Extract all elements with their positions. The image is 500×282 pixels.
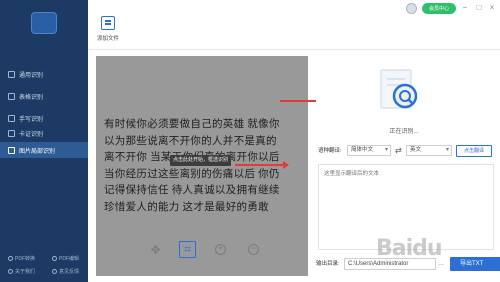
watermark: Baidu — [376, 236, 443, 261]
text-line: 以为那些说离不开你的人并不是真的 — [104, 135, 277, 147]
recognition-status: 正在识别... — [389, 129, 419, 135]
crop-tooltip: 点击此处开始，框选识别 — [170, 155, 232, 166]
pen-icon — [8, 114, 15, 122]
translate-label: 语种翻译: — [318, 148, 342, 154]
feedback-icon — [52, 268, 57, 274]
annotation-arrow — [235, 161, 289, 169]
move-button[interactable]: ✥ — [147, 241, 164, 258]
pdf-edit-link[interactable]: PDF编辑 — [44, 252, 88, 264]
sidebar: 通用识别 表格识别 手写识别 卡证识别 图片局部识别 PDF转换 PDF编辑 关… — [0, 0, 88, 282]
add-file-button[interactable]: 添加文件 — [94, 16, 122, 42]
text-line: 当你经历过这些离别的伤痛以后 你仍 — [104, 168, 280, 180]
app-logo — [8, 8, 80, 38]
target-language-select[interactable]: 英文 — [406, 145, 452, 156]
toolbar: 添加文件 会员中心 − □ × — [88, 0, 500, 50]
add-file-label: 添加文件 — [96, 36, 119, 42]
text-line: 记得保持信任 待人真诚以及拥有继续 — [104, 185, 280, 196]
document-icon — [8, 70, 15, 78]
pdf-convert-link[interactable]: PDF转换 — [0, 252, 44, 264]
sidebar-item-card[interactable]: 卡证识别 — [0, 125, 88, 141]
card-icon — [8, 129, 15, 137]
pdf-icon — [8, 255, 13, 261]
swap-icon[interactable]: ⇄ — [395, 145, 402, 156]
move-icon: ✥ — [150, 242, 161, 257]
source-language-select[interactable]: 简体中文 — [347, 145, 391, 156]
crop-button[interactable]: ⌗ — [179, 241, 196, 258]
zoom-in-button[interactable]: + — [212, 241, 229, 258]
table-icon — [8, 92, 15, 100]
add-file-icon — [101, 16, 115, 30]
translate-row: 语种翻译: 简体中文 ⇄ 英文 点击翻译 — [316, 144, 494, 158]
info-icon — [8, 268, 13, 274]
image-text-content: 有时候你必须要做自己的英雄 就像你 以为那些说离不开你的人并不是真的 离不开你 … — [104, 117, 304, 216]
sidebar-item-table[interactable]: 表格识别 — [0, 88, 88, 104]
maximize-icon[interactable]: □ — [474, 3, 484, 13]
edit-icon — [52, 255, 57, 261]
about-link[interactable]: 关于我们 — [0, 265, 44, 277]
sidebar-item-partial-image[interactable]: 图片局部识别 — [0, 142, 88, 158]
crop-image-icon — [8, 146, 15, 154]
recognition-illustration-icon — [380, 69, 418, 109]
text-line: 珍惜爱人的能力 这才是最好的勇敢 — [104, 201, 269, 213]
zoom-out-icon: − — [248, 244, 259, 255]
sidebar-item-label: 手写识别 — [19, 116, 44, 123]
feedback-link[interactable]: 意见反馈 — [44, 265, 88, 277]
sidebar-item-label: 表格识别 — [19, 94, 44, 101]
output-label: 输出目录: — [316, 261, 340, 267]
translate-button[interactable]: 点击翻译 — [456, 145, 492, 157]
crop-icon: ⌗ — [184, 242, 191, 256]
avatar[interactable] — [406, 3, 417, 14]
sidebar-item-label: 图片局部识别 — [19, 148, 56, 155]
sidebar-item-handwriting[interactable]: 手写识别 — [0, 110, 88, 126]
member-center-button[interactable]: 会员中心 — [422, 3, 456, 14]
text-line: 有时候你必须要做自己的英雄 就像你 — [104, 119, 280, 130]
sidebar-item-label: 卡证识别 — [19, 131, 44, 138]
minimize-icon[interactable]: − — [460, 3, 470, 13]
sidebar-item-general[interactable]: 通用识别 — [0, 66, 88, 82]
zoom-out-button[interactable]: − — [245, 241, 262, 258]
close-icon[interactable]: × — [487, 3, 497, 13]
zoom-in-icon: + — [215, 244, 226, 255]
sidebar-item-label: 通用识别 — [19, 72, 44, 79]
